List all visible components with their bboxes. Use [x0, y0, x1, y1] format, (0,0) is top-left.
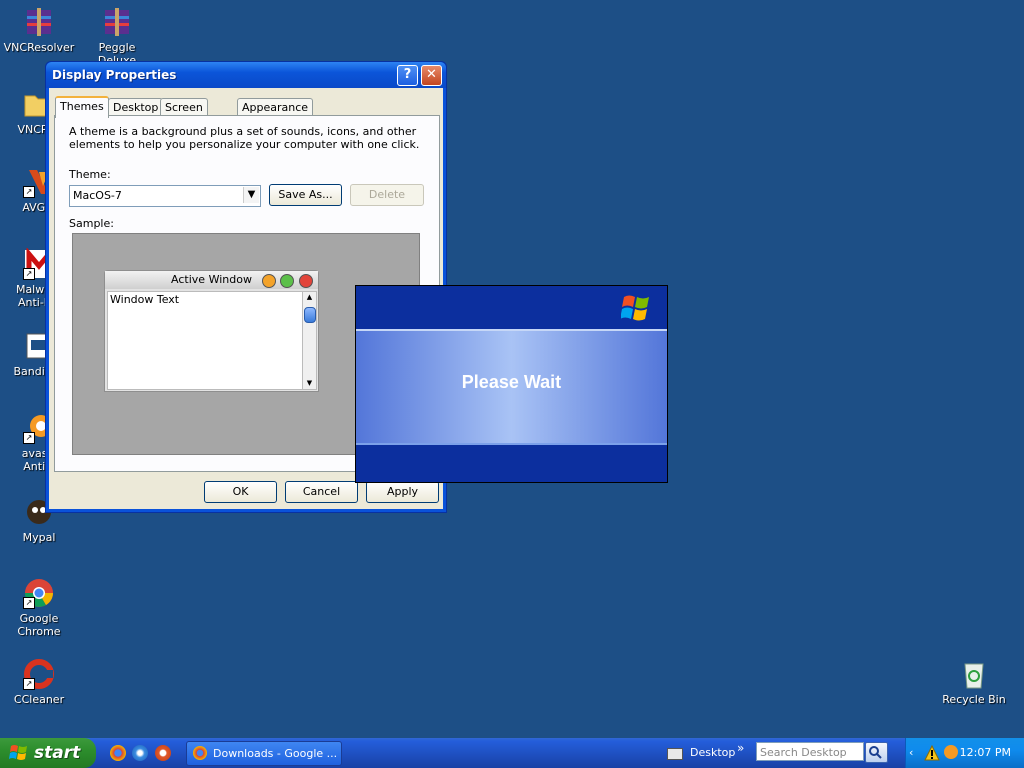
ccleaner-icon: ↗ [23, 658, 55, 690]
save-as-button[interactable]: Save As... [269, 184, 342, 206]
shortcut-arrow-icon: ↗ [23, 268, 35, 280]
desktop-icon-label: Google Chrome [17, 612, 61, 638]
clock[interactable]: 12:07 PM [960, 746, 1011, 759]
close-dot-icon [299, 274, 313, 288]
taskbar-task-downloads[interactable]: Downloads - Google ... [186, 741, 342, 766]
avast-tray-icon[interactable] [944, 745, 958, 759]
theme-label: Theme: [69, 168, 111, 181]
ie-quicklaunch-icon[interactable] [132, 745, 148, 761]
shortcut-arrow-icon: ↗ [23, 432, 35, 444]
winrar-archive-icon [101, 6, 133, 38]
chevron-right-icon[interactable]: » [737, 741, 744, 755]
close-icon: ✕ [426, 67, 437, 82]
search-button[interactable] [865, 742, 888, 763]
chrome-icon [193, 746, 207, 760]
shortcut-arrow-icon: ↗ [23, 597, 35, 609]
tab-desktop[interactable]: Desktop [108, 98, 164, 116]
sample-label: Sample: [69, 217, 114, 230]
sample-window-text: Window Text [110, 293, 180, 306]
please-wait-dialog: Please Wait [355, 285, 668, 483]
deskbar-label[interactable]: Desktop [690, 746, 735, 759]
tab-themes[interactable]: Themes [55, 96, 109, 118]
shortcut-arrow-icon: ↗ [23, 186, 35, 198]
theme-value: MacOS-7 [73, 189, 122, 202]
task-label: Downloads - Google ... [213, 747, 338, 760]
chrome-quicklaunch-icon[interactable] [110, 745, 126, 761]
desktop-icon-vncresolver[interactable]: VNCResolver [0, 6, 78, 54]
minimize-dot-icon [262, 274, 276, 288]
help-button[interactable]: ? [397, 65, 418, 86]
shortcut-arrow-icon: ↗ [23, 678, 35, 690]
recycle-bin-icon [958, 658, 990, 690]
help-icon: ? [403, 67, 412, 82]
desktop-icon-ccleaner[interactable]: ↗ CCleaner [0, 658, 78, 706]
please-wait-message: Please Wait [461, 372, 562, 392]
zoom-dot-icon [280, 274, 294, 288]
sample-window-text-area: Window Text [107, 291, 303, 390]
tab-appearance[interactable]: Appearance [237, 98, 314, 116]
desktop-icon-recycle-bin[interactable]: Recycle Bin [935, 658, 1013, 706]
window-title: Display Properties [52, 68, 177, 82]
opera-quicklaunch-icon[interactable] [155, 745, 171, 761]
delete-button[interactable]: Delete [350, 184, 424, 206]
winrar-archive-icon [23, 6, 55, 38]
window-titlebar[interactable]: Display Properties ? ✕ [46, 62, 446, 88]
windows-flag-icon [621, 295, 649, 321]
desktop-icon-label: CCleaner [13, 693, 65, 706]
scroll-up-icon: ▲ [306, 293, 313, 301]
start-button[interactable]: start [0, 738, 96, 768]
desktop-icon-peggle-deluxe[interactable]: Peggle Deluxe [78, 6, 156, 67]
chrome-icon: ↗ [23, 577, 55, 609]
taskbar: start Downloads - Google ... Desktop » S… [0, 738, 1024, 768]
desktop-icon-label: Recycle Bin [942, 693, 1006, 706]
warning-icon[interactable] [924, 745, 940, 761]
ok-button[interactable]: OK [204, 481, 277, 503]
desktop-icon-label: VNCResolver [3, 41, 75, 54]
theme-dropdown[interactable]: MacOS-7 ▼ [69, 185, 261, 207]
apply-button[interactable]: Apply [366, 481, 439, 503]
cancel-button[interactable]: Cancel [285, 481, 358, 503]
search-icon [869, 746, 882, 759]
deskbar-icon [667, 748, 683, 760]
themes-description: A theme is a background plus a set of so… [69, 125, 420, 151]
scroll-thumb [304, 307, 316, 323]
sample-active-window: Active Window Window Text ▲ ▼ [104, 270, 319, 392]
close-button[interactable]: ✕ [421, 65, 442, 86]
sample-scrollbar: ▲ ▼ [302, 291, 317, 390]
system-tray: ‹ 12:07 PM [905, 738, 1024, 768]
tray-expand-icon[interactable]: ‹ [909, 746, 913, 759]
start-label: start [34, 743, 81, 763]
desktop-icon-google-chrome[interactable]: ↗ Google Chrome [0, 577, 78, 638]
windows-flag-icon [9, 745, 27, 760]
chevron-down-icon[interactable]: ▼ [243, 187, 259, 203]
tab-screen-saver[interactable]: Screen Saver [160, 98, 208, 131]
scroll-down-icon: ▼ [306, 379, 313, 387]
desktop-icon-label: Mypal [22, 531, 56, 544]
search-desktop-input[interactable]: Search Desktop [756, 742, 864, 761]
